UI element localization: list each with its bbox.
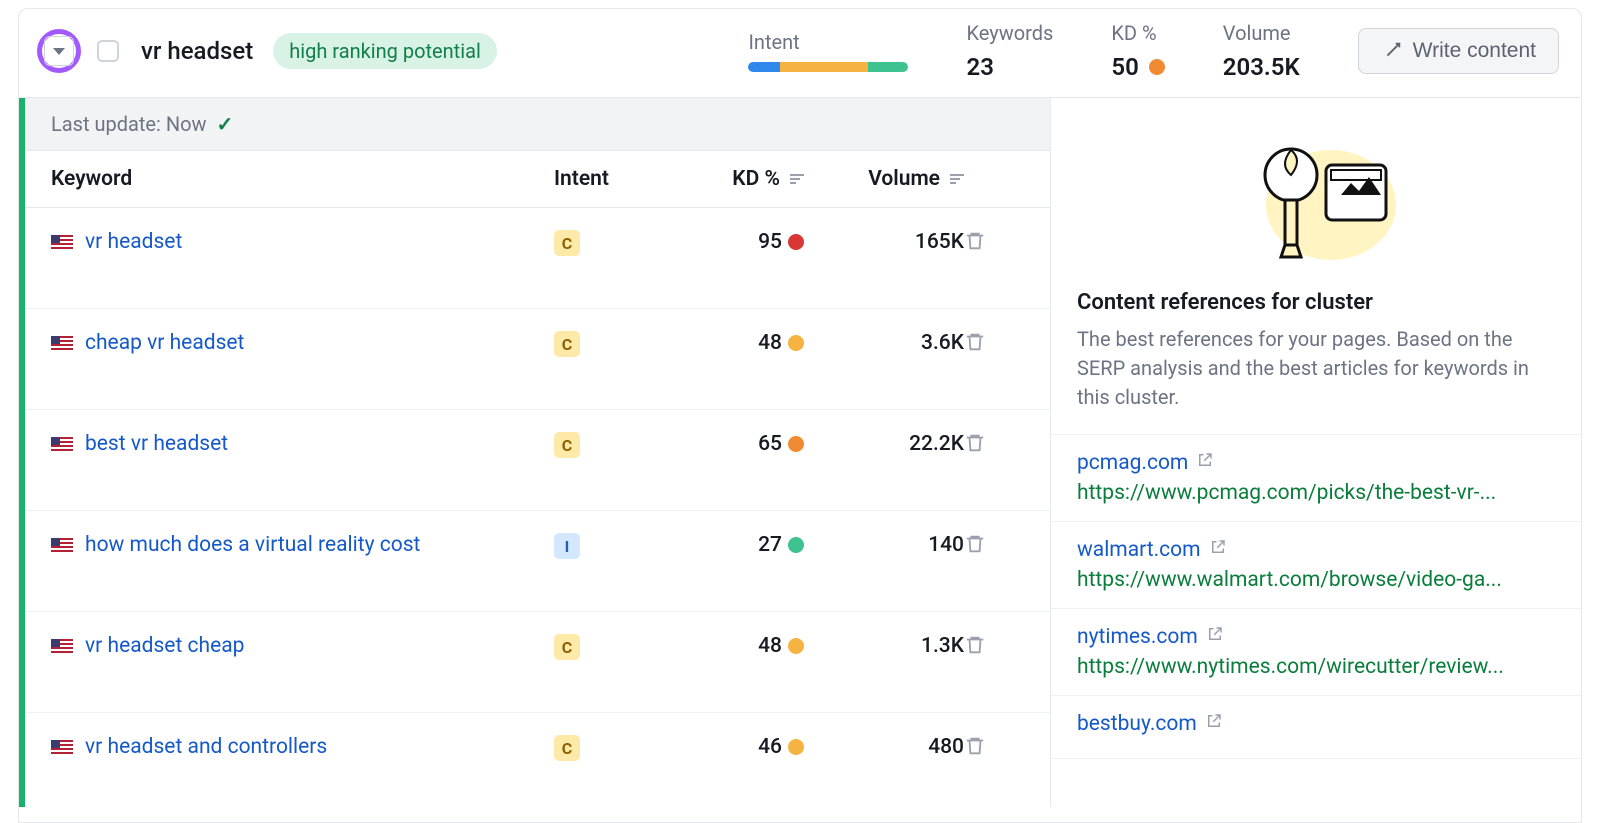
- redo-arrow-icon: [1381, 40, 1403, 62]
- flag-us-icon: [51, 639, 73, 653]
- table-header: Keyword Intent KD % Volume: [25, 151, 1050, 208]
- intent-badge: C: [554, 735, 580, 761]
- keyword-link[interactable]: cheap vr headset: [85, 331, 244, 355]
- external-link-icon: [1206, 625, 1224, 649]
- keyword-link[interactable]: vr headset and controllers: [85, 735, 327, 759]
- col-keyword[interactable]: Keyword: [51, 167, 554, 191]
- intent-badge: C: [554, 230, 580, 256]
- delete-button[interactable]: [964, 537, 986, 561]
- reference-item: bestbuy.com: [1051, 696, 1581, 759]
- kd-dot-icon: [788, 335, 804, 351]
- keyword-link[interactable]: vr headset: [85, 230, 182, 254]
- reference-url: https://www.nytimes.com/wirecutter/revie…: [1077, 655, 1555, 679]
- expand-toggle[interactable]: [37, 29, 81, 73]
- table-row: vr headset C 95 165K: [25, 208, 1050, 309]
- keyword-link[interactable]: best vr headset: [85, 432, 228, 456]
- col-intent[interactable]: Intent: [554, 167, 664, 191]
- col-volume[interactable]: Volume: [804, 167, 964, 191]
- volume-cell: 480: [804, 735, 964, 759]
- volume-cell: 165K: [804, 230, 964, 254]
- reference-item: pcmag.com https://www.pcmag.com/picks/th…: [1051, 435, 1581, 522]
- kd-cell: 95: [664, 230, 804, 254]
- delete-button[interactable]: [964, 638, 986, 662]
- volume-cell: 3.6K: [804, 331, 964, 355]
- reference-url: https://www.walmart.com/browse/video-ga.…: [1077, 568, 1555, 592]
- intent-bar: [748, 62, 908, 72]
- delete-button[interactable]: [964, 436, 986, 460]
- kd-dot-icon: [1149, 59, 1165, 75]
- volume-cell: 1.3K: [804, 634, 964, 658]
- flag-us-icon: [51, 740, 73, 754]
- kd-cell: 27: [664, 533, 804, 557]
- references-panel: Content references for cluster The best …: [1051, 98, 1581, 807]
- intent-badge: C: [554, 432, 580, 458]
- reference-domain-link[interactable]: nytimes.com: [1077, 625, 1198, 649]
- references-illustration: [1051, 98, 1581, 280]
- kd-dot-icon: [788, 234, 804, 250]
- keyword-table: Last update: Now ✓ Keyword Intent KD % V…: [19, 98, 1051, 807]
- table-row: cheap vr headset C 48 3.6K: [25, 309, 1050, 410]
- delete-button[interactable]: [964, 335, 986, 359]
- volume-cell: 22.2K: [804, 432, 964, 456]
- reference-domain-link[interactable]: pcmag.com: [1077, 451, 1188, 475]
- external-link-icon: [1209, 538, 1227, 562]
- external-link-icon: [1205, 712, 1223, 736]
- kd-dot-icon: [788, 537, 804, 553]
- metric-volume: Volume 203.5K: [1223, 21, 1300, 81]
- check-icon: ✓: [217, 112, 234, 136]
- write-content-button[interactable]: Write content: [1358, 28, 1559, 74]
- intent-badge: C: [554, 331, 580, 357]
- volume-cell: 140: [804, 533, 964, 557]
- cluster-header: vr headset high ranking potential Intent…: [19, 9, 1581, 98]
- col-kd[interactable]: KD %: [664, 167, 804, 191]
- cluster-name: vr headset: [141, 37, 253, 65]
- intent-badge: I: [554, 533, 580, 559]
- references-title: Content references for cluster: [1077, 290, 1555, 315]
- table-row: vr headset cheap C 48 1.3K: [25, 612, 1050, 713]
- keyword-link[interactable]: how much does a virtual reality cost: [85, 533, 420, 557]
- sort-icon: [790, 174, 804, 184]
- cluster-card: vr headset high ranking potential Intent…: [18, 8, 1582, 823]
- flag-us-icon: [51, 235, 73, 249]
- kd-cell: 48: [664, 331, 804, 355]
- kd-cell: 48: [664, 634, 804, 658]
- reference-domain-link[interactable]: bestbuy.com: [1077, 712, 1197, 736]
- flag-us-icon: [51, 538, 73, 552]
- metric-kd: KD % 50: [1111, 21, 1164, 81]
- delete-button[interactable]: [964, 739, 986, 763]
- external-link-icon: [1196, 451, 1214, 475]
- metric-keywords: Keywords 23: [966, 21, 1053, 81]
- kd-cell: 46: [664, 735, 804, 759]
- reference-item: walmart.com https://www.walmart.com/brow…: [1051, 522, 1581, 609]
- kd-dot-icon: [788, 739, 804, 755]
- chevron-down-icon: [53, 48, 65, 55]
- references-subtitle: The best references for your pages. Base…: [1077, 325, 1555, 412]
- metric-intent: Intent: [748, 30, 908, 72]
- table-row: how much does a virtual reality costI27 …: [25, 511, 1050, 612]
- kd-cell: 65: [664, 432, 804, 456]
- table-row: vr headset and controllers C 46 480: [25, 713, 1050, 807]
- reference-item: nytimes.com https://www.nytimes.com/wire…: [1051, 609, 1581, 696]
- reference-url: https://www.pcmag.com/picks/the-best-vr-…: [1077, 481, 1555, 505]
- ranking-badge: high ranking potential: [273, 33, 497, 69]
- flag-us-icon: [51, 336, 73, 350]
- keyword-link[interactable]: vr headset cheap: [85, 634, 244, 658]
- flag-us-icon: [51, 437, 73, 451]
- cluster-checkbox[interactable]: [97, 40, 119, 62]
- kd-dot-icon: [788, 436, 804, 452]
- delete-button[interactable]: [964, 234, 986, 258]
- sort-icon: [950, 174, 964, 184]
- intent-badge: C: [554, 634, 580, 660]
- reference-domain-link[interactable]: walmart.com: [1077, 538, 1201, 562]
- last-update: Last update: Now ✓: [25, 98, 1050, 151]
- table-row: best vr headset C 65 22.2K: [25, 410, 1050, 511]
- kd-dot-icon: [788, 638, 804, 654]
